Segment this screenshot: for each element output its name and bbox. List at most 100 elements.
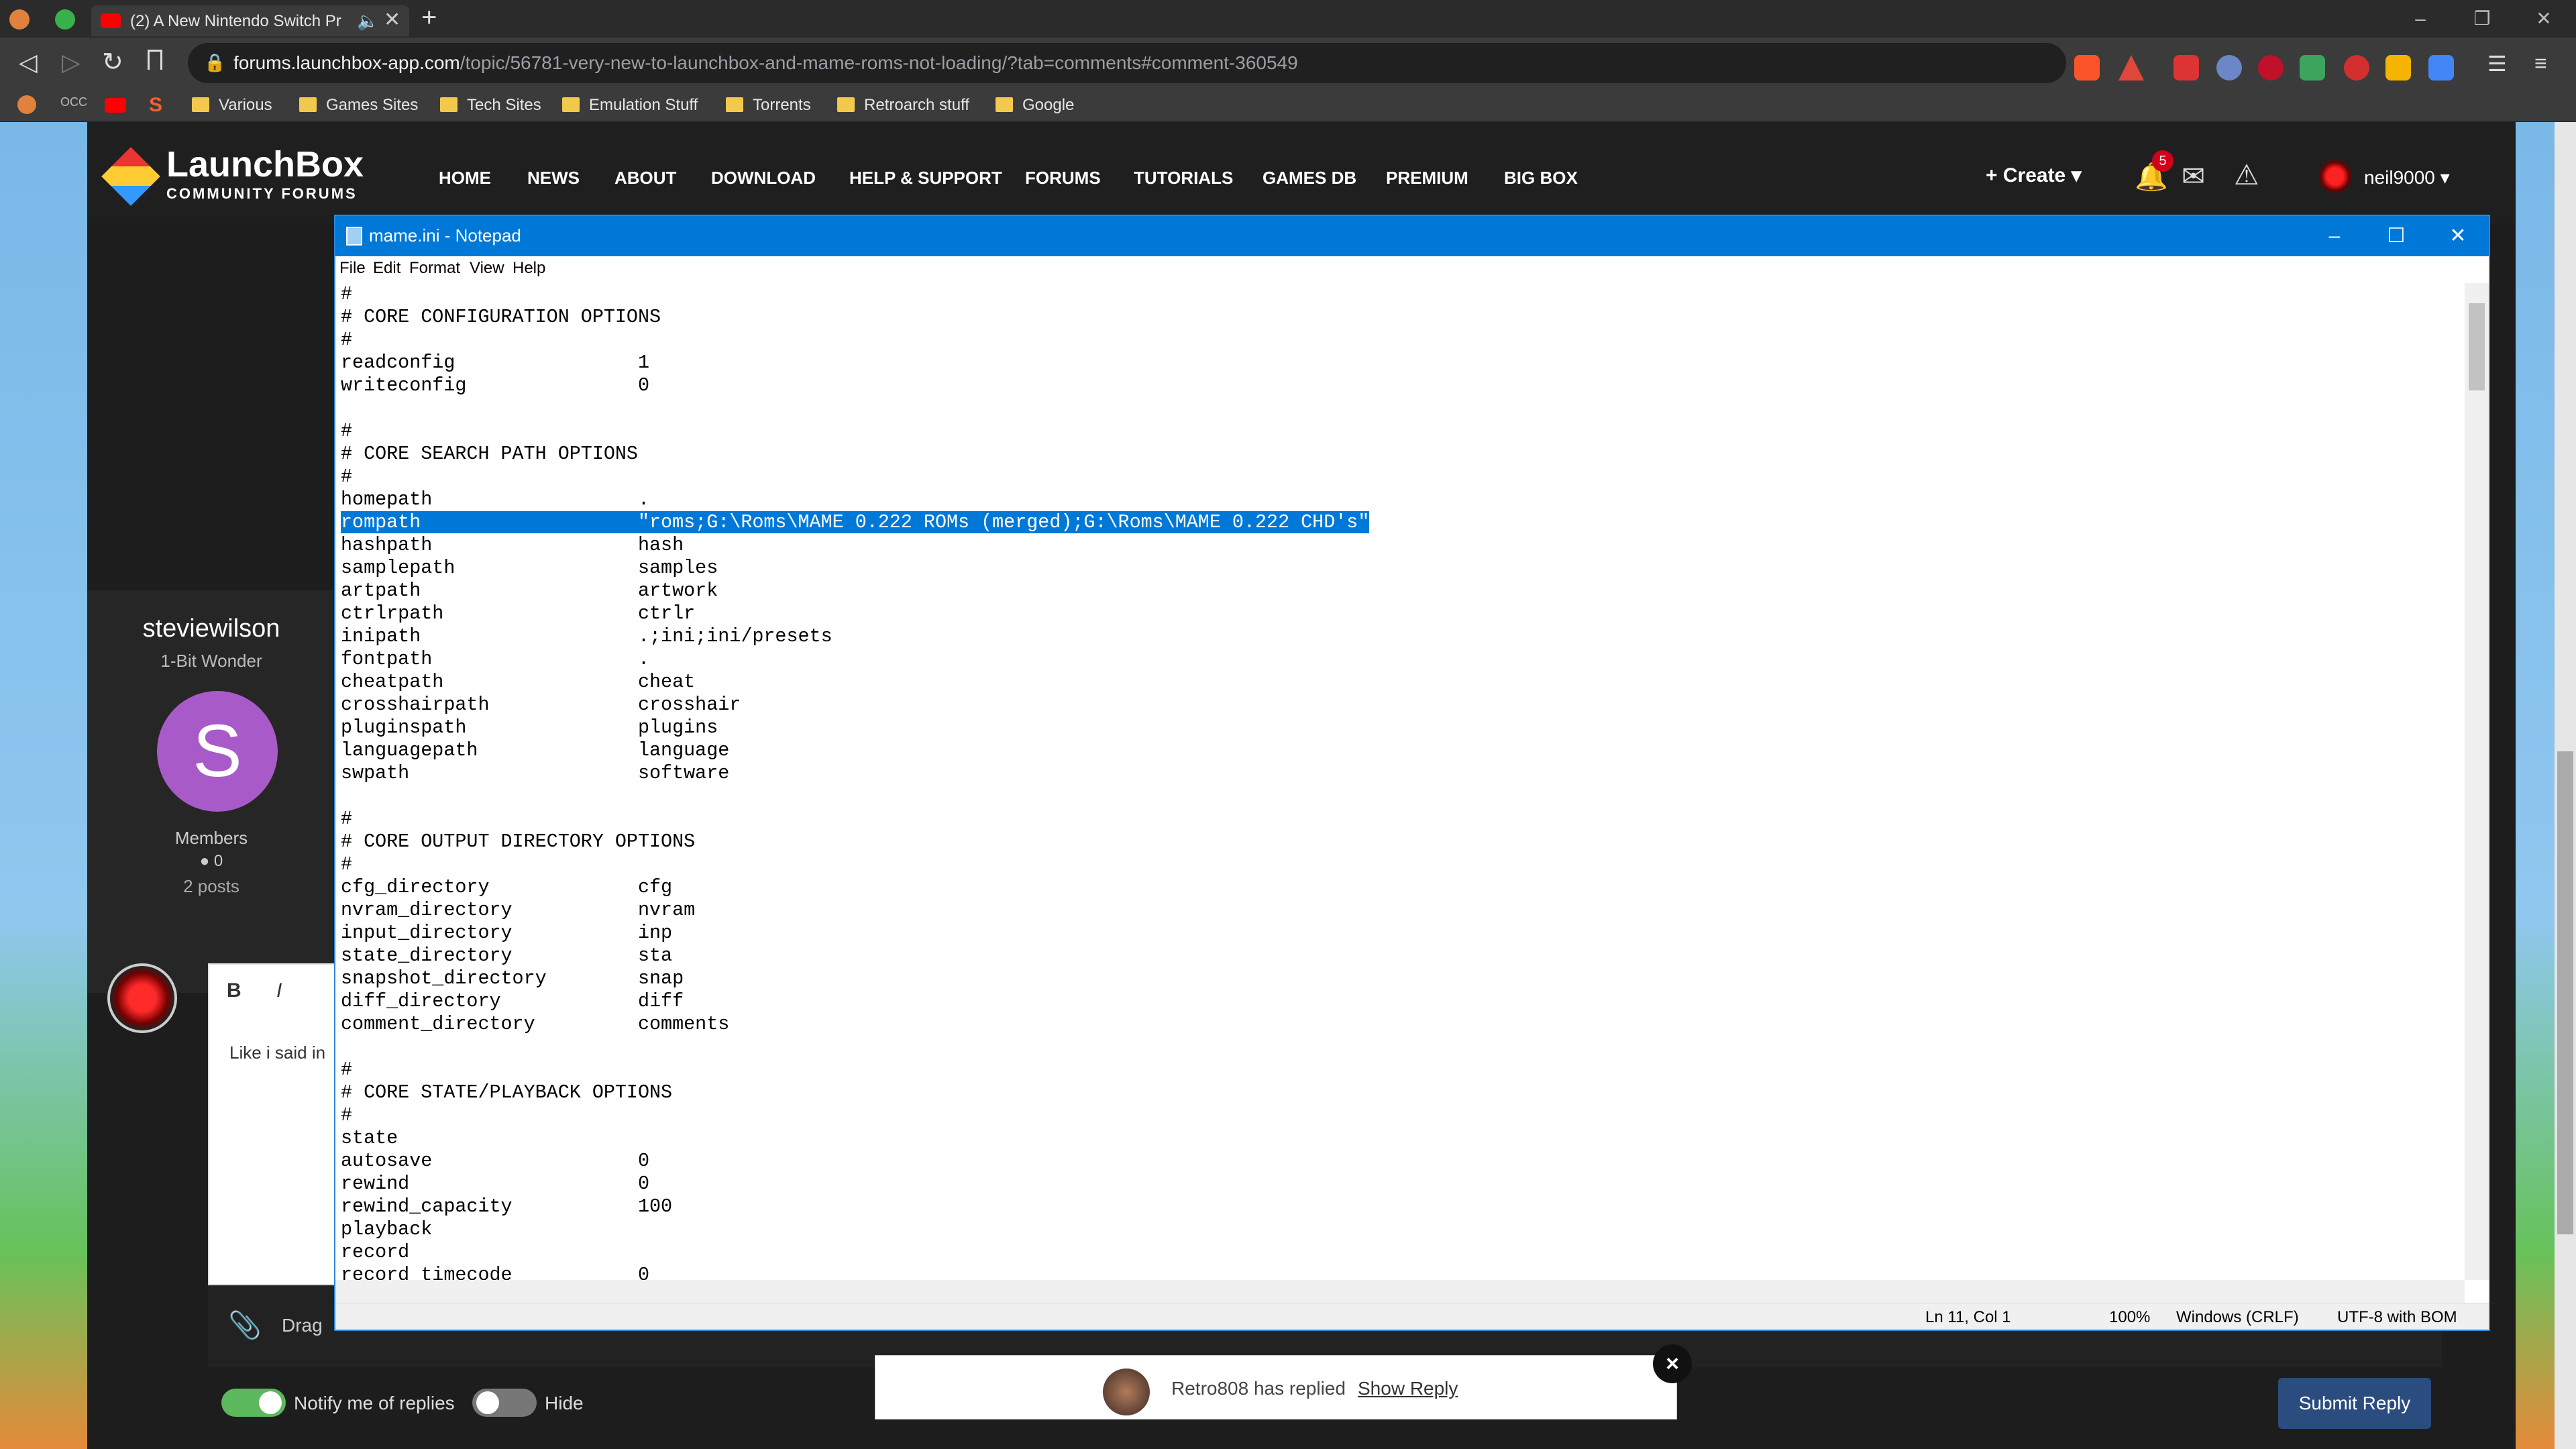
bookmark-folder-torrents[interactable]: Torrents [726, 93, 811, 118]
mail-icon[interactable]: ✉ [2182, 160, 2205, 193]
audio-icon[interactable]: 🔈 [357, 11, 378, 32]
show-reply-link[interactable]: Show Reply [1358, 1378, 1458, 1399]
editor-text[interactable]: Like i said in [229, 1042, 325, 1063]
menu-view[interactable]: View [470, 259, 504, 278]
option-value: snap [637, 967, 684, 989]
hide-toggle[interactable] [472, 1389, 537, 1417]
media-icon[interactable]: ☰ [2487, 51, 2507, 76]
italic-button[interactable]: I [276, 979, 282, 1002]
extension-icon[interactable] [2174, 55, 2199, 80]
nav-about[interactable]: ABOUT [614, 168, 676, 189]
lock-icon[interactable]: 🔒 [204, 52, 225, 73]
ublock-icon[interactable] [2258, 55, 2284, 80]
author-post-count: 2 posts [183, 876, 239, 896]
bookmark-folder-tech-sites[interactable]: Tech Sites [440, 93, 541, 118]
tab-active[interactable]: (2) A New Nintendo Switch Pr 🔈 ✕ [91, 5, 409, 36]
close-icon[interactable]: × [1653, 1344, 1692, 1383]
logo-text[interactable]: LaunchBox [166, 144, 364, 185]
bookmark-folder-emulation-stuff[interactable]: Emulation Stuff [562, 93, 698, 118]
new-tab-icon[interactable]: + [421, 3, 437, 33]
text-line: # [341, 466, 1369, 488]
address-bar[interactable]: 🔒 forums.launchbox-app.com/topic/56781-v… [188, 43, 2066, 83]
menu-edit[interactable]: Edit [373, 259, 400, 278]
bookmark-folder-games-sites[interactable]: Games Sites [299, 93, 418, 118]
nav-home[interactable]: HOME [439, 168, 491, 189]
my-avatar[interactable] [107, 963, 177, 1033]
user-avatar[interactable] [2318, 160, 2352, 193]
nav-games-db[interactable]: GAMES DB [1263, 168, 1356, 189]
nav-premium[interactable]: PREMIUM [1386, 168, 1468, 189]
text-line: # CORE STATE/PLAYBACK OPTIONS [341, 1081, 1369, 1104]
nav-big-box[interactable]: BIG BOX [1504, 168, 1578, 189]
option-key: pluginspath [341, 716, 467, 739]
vertical-scrollbar-thumb[interactable] [2469, 303, 2485, 390]
horizontal-scrollbar[interactable] [335, 1280, 2465, 1303]
menu-file[interactable]: File [339, 259, 366, 278]
youtube-icon[interactable] [105, 98, 126, 113]
bookmark-icon[interactable]: OCC [60, 95, 87, 109]
extension-icon[interactable] [2216, 55, 2242, 80]
nav-news[interactable]: NEWS [527, 168, 580, 189]
option-value: 0 [637, 1173, 650, 1195]
option-key: inipath [341, 625, 421, 647]
text-line: snapshot_directory snap [341, 967, 1369, 990]
option-key: rewind [341, 1173, 410, 1195]
extension-icon[interactable] [2344, 55, 2369, 80]
minimize-icon[interactable]: – [2304, 216, 2365, 256]
option-key: autosave [341, 1150, 433, 1172]
extension-icon[interactable] [2385, 55, 2411, 80]
nav-tutorials[interactable]: TUTORIALS [1134, 168, 1233, 189]
nav-download[interactable]: DOWNLOAD [711, 168, 816, 189]
app-icon[interactable] [9, 9, 30, 30]
option-key: writeconfig [341, 374, 467, 396]
author-avatar[interactable]: S [157, 691, 278, 812]
bookmark-icon[interactable]: S [149, 94, 162, 117]
bookmark-folder-various[interactable]: Various [192, 93, 272, 118]
warning-icon[interactable]: ⚠ [2234, 158, 2259, 191]
vertical-scrollbar[interactable] [2465, 283, 2489, 1280]
bookmark-icon[interactable] [148, 50, 162, 70]
option-value: artwork [637, 580, 718, 602]
bookmark-icon[interactable] [17, 95, 36, 114]
bookmark-folder-retroarch-stuff[interactable]: Retroarch stuff [837, 93, 969, 118]
back-icon[interactable]: ◁ [19, 48, 38, 76]
option-key: # [341, 853, 353, 875]
create-button[interactable]: + Create ▾ [1986, 164, 2082, 187]
option-value: diff [637, 990, 684, 1012]
line-ending: Windows (CRLF) [2176, 1308, 2299, 1326]
text-line: ctrlrpath ctrlr [341, 602, 1369, 625]
pinned-tab-icon[interactable] [55, 9, 75, 30]
extension-icon[interactable] [2300, 55, 2325, 80]
nav-help-support[interactable]: HELP & SUPPORT [849, 168, 1002, 189]
bold-button[interactable]: B [227, 979, 241, 1002]
maximize-icon[interactable]: ☐ [2365, 216, 2427, 256]
page-scrollbar-thumb[interactable] [2557, 751, 2573, 1234]
menu-format[interactable]: Format [409, 259, 460, 278]
close-window-icon[interactable]: ✕ [2517, 3, 2571, 35]
notepad-text-area[interactable]: # # CORE CONFIGURATION OPTIONS # readconfig… [335, 283, 2465, 1280]
menu-icon[interactable]: ≡ [2534, 51, 2547, 76]
close-icon[interactable]: ✕ [2427, 216, 2489, 256]
forward-icon[interactable]: ▷ [62, 48, 80, 76]
brave-shield-icon[interactable] [2074, 55, 2100, 80]
author-name[interactable]: steviewilson [87, 614, 335, 643]
folder-icon [996, 97, 1013, 112]
submit-reply-button[interactable]: Submit Reply [2278, 1378, 2431, 1429]
option-value: . [637, 648, 650, 670]
attach-icon[interactable]: 📎 [228, 1309, 262, 1341]
text-line: record_timecode 0 [341, 1264, 1369, 1280]
close-tab-icon[interactable]: ✕ [384, 8, 400, 32]
reload-icon[interactable]: ↻ [102, 47, 123, 77]
text-line: cfg_directory cfg [341, 876, 1369, 899]
menu-help[interactable]: Help [513, 259, 545, 278]
bookmark-folder-google[interactable]: Google [996, 93, 1074, 118]
option-value: cheat [637, 671, 696, 693]
user-menu[interactable]: neil9000 ▾ [2364, 166, 2450, 189]
minimize-icon[interactable]: – [2394, 3, 2447, 35]
translate-icon[interactable] [2428, 55, 2454, 80]
notepad-titlebar[interactable] [335, 216, 2489, 256]
notify-toggle[interactable] [221, 1389, 286, 1417]
option-value: . [637, 488, 650, 511]
restore-icon[interactable]: ❐ [2455, 3, 2509, 35]
nav-forums[interactable]: FORUMS [1025, 168, 1101, 189]
